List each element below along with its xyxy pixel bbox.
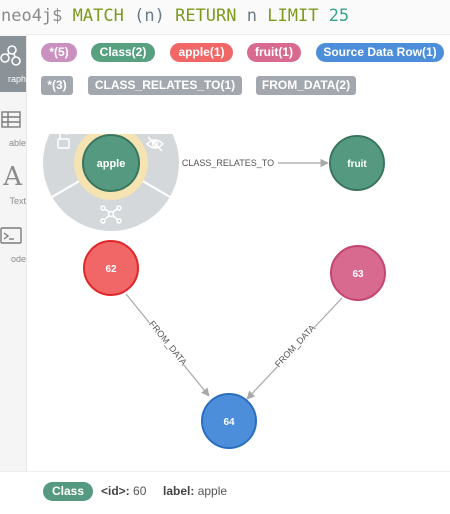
label-pill-apple[interactable]: apple(1) [170,43,233,62]
reltype-pill-from-data[interactable]: FROM_DATA(2) [256,76,356,95]
node-64[interactable]: 64 [201,393,257,449]
query-pattern: (n) [134,6,165,26]
sidebar-item-table[interactable]: able [0,100,26,156]
keyword-match: MATCH [72,6,124,26]
sidebar-label-table: able [8,138,26,148]
label-pill-fruit[interactable]: fruit(1) [247,43,301,62]
text-icon: A [3,162,22,192]
code-icon [0,227,22,244]
reltype-pill-class-relates-to[interactable]: CLASS_RELATES_TO(1) [88,76,242,95]
node-caption: apple [97,158,126,170]
details-label-property: label: apple [163,482,227,501]
view-sidebar: raph able A Text ode [0,34,27,513]
query-editor[interactable]: neo4j$ MATCH (n) RETURN n LIMIT 25 [0,0,450,35]
query-prompt: neo4j$ [1,6,63,26]
details-label-badge[interactable]: Class [43,482,94,501]
sidebar-label-graph: raph [7,74,26,84]
label-pill-source-data-row[interactable]: Source Data Row(1) [316,43,444,62]
relationship-caption: CLASS_RELATES_TO [182,158,274,168]
query-variable: n [246,6,257,26]
details-id-property: <id>: 60 [101,482,146,501]
node-apple[interactable]: apple [82,134,140,192]
sidebar-label-text: Text [9,196,26,206]
node-caption: 63 [352,269,364,280]
node-fruit[interactable]: fruit [329,135,385,191]
details-id-key: <id>: [101,484,130,498]
node-caption: 64 [223,417,235,428]
relationship-caption: FROM_DATA [147,319,189,367]
node-caption: fruit [347,159,367,170]
details-label-key: label: [163,484,195,498]
sidebar-item-code[interactable]: ode [0,216,26,272]
node-63[interactable]: 63 [330,245,386,301]
graph-canvas[interactable]: CLASS_RELATES_TO FROM_DATA FROM_DATA app… [27,134,450,505]
label-pill-all[interactable]: *(5) [41,43,77,62]
reltype-pill-all[interactable]: *(3) [41,76,73,95]
details-id-value: 60 [133,484,147,498]
sidebar-item-text[interactable]: A Text [0,158,26,214]
table-icon [1,111,21,128]
query-limit-value: 25 [328,6,350,26]
node-62[interactable]: 62 [83,240,139,296]
node-caption: 62 [105,264,117,275]
node-details-bar: Class <id>: 60 label: apple [0,471,450,514]
sidebar-item-graph[interactable]: raph [0,36,26,92]
label-pill-class[interactable]: Class(2) [91,43,155,62]
keyword-limit: LIMIT [267,6,319,26]
graph-icon [0,45,21,66]
relationship-caption: FROM_DATA [273,323,317,369]
relationship-from-data-62[interactable]: FROM_DATA [125,293,210,397]
sidebar-label-code: ode [10,254,26,264]
relationship-from-data-63[interactable]: FROM_DATA [246,297,343,400]
graph-result-panel: *(5) Class(2) apple(1) fruit(1) Source D… [27,34,450,513]
details-label-value: apple [197,484,228,498]
keyword-return: RETURN [175,6,237,26]
